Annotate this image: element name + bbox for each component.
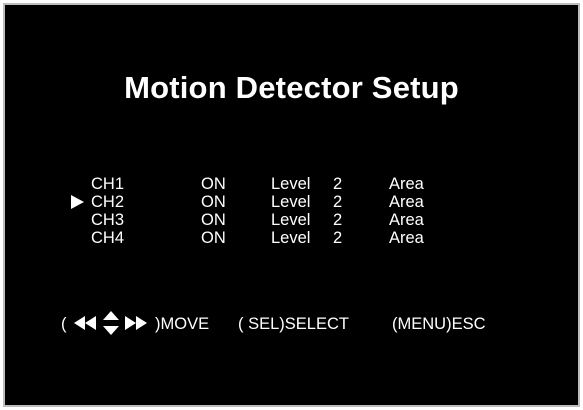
help-select: ( SEL)SELECT [238, 315, 349, 333]
help-move: )MOVE [155, 315, 210, 333]
level-label: Level [271, 211, 311, 229]
level-label: Level [271, 175, 311, 193]
page-title: Motion Detector Setup [124, 70, 459, 105]
level-label: Level [271, 229, 311, 247]
level-value[interactable]: 2 [333, 211, 342, 229]
level-value[interactable]: 2 [333, 175, 342, 193]
level-label: Level [271, 193, 311, 211]
channel-name: CH1 [91, 175, 125, 193]
channel-state[interactable]: ON [201, 175, 226, 193]
channel-state[interactable]: ON [201, 211, 226, 229]
area-option[interactable]: Area [389, 211, 424, 229]
level-value[interactable]: 2 [333, 229, 342, 247]
channel-name: CH3 [91, 211, 125, 229]
help-open-paren: ( [61, 315, 67, 333]
channel-name: CH2 [91, 193, 125, 211]
channel-state[interactable]: ON [201, 229, 226, 247]
area-option[interactable]: Area [389, 193, 424, 211]
area-option[interactable]: Area [389, 175, 424, 193]
navigation-arrows-icon [74, 311, 147, 335]
help-esc: (MENU)ESC [392, 315, 486, 333]
level-value[interactable]: 2 [333, 193, 342, 211]
channel-name: CH4 [91, 229, 125, 247]
selection-triangle-icon [71, 195, 84, 209]
channel-state[interactable]: ON [201, 193, 226, 211]
area-option[interactable]: Area [389, 229, 424, 247]
